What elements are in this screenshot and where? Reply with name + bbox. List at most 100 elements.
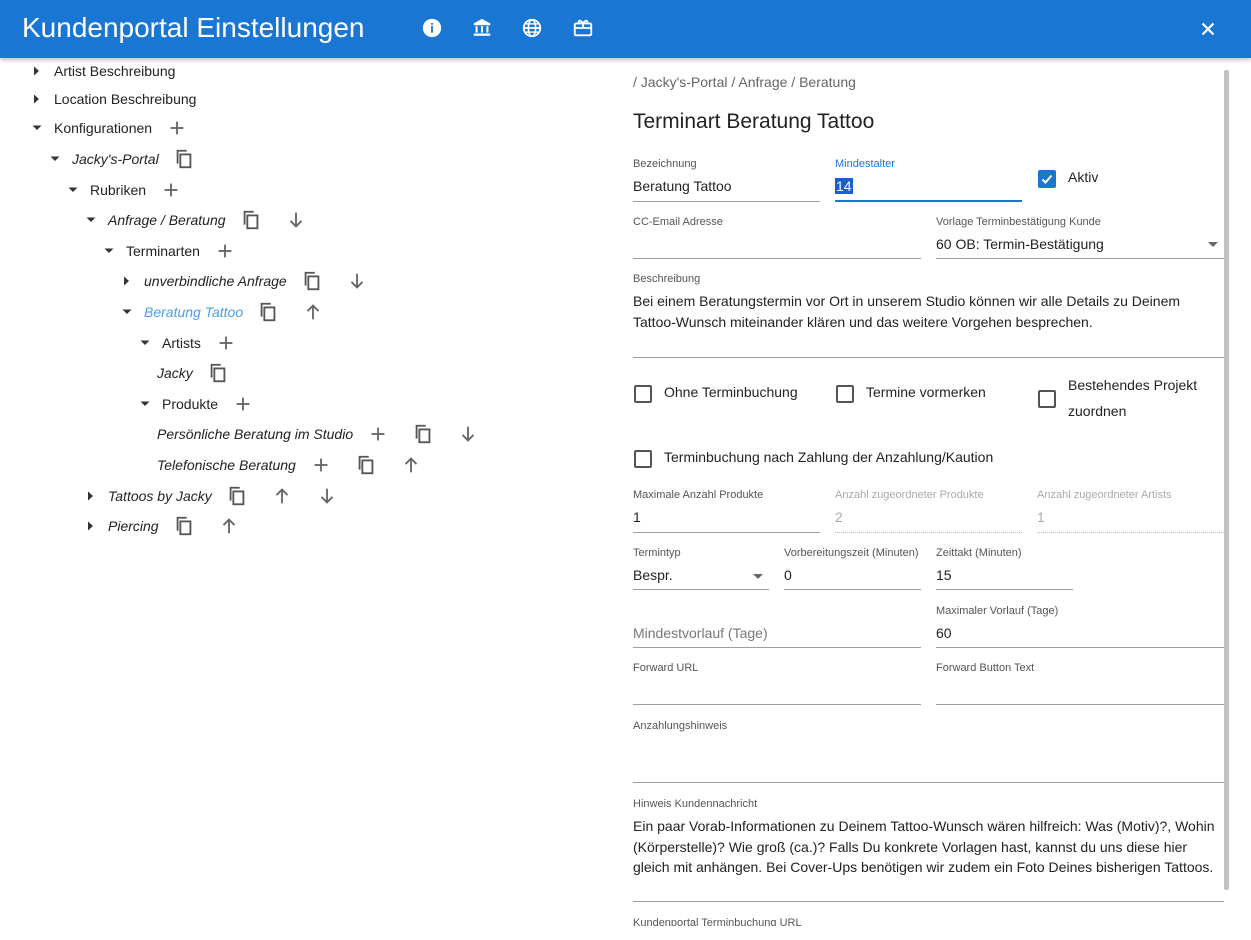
caret-right-icon[interactable] — [30, 64, 44, 78]
termine-vormerken-checkbox[interactable]: Termine vormerken — [836, 383, 986, 405]
arrow-up-icon[interactable] — [271, 485, 293, 507]
copy-icon[interactable] — [173, 515, 195, 537]
termintyp-dropdown-icon[interactable] — [753, 574, 763, 579]
beschreibung-field[interactable]: Beschreibung Bei einem Beratungstermin v… — [633, 273, 1224, 358]
bestehendes-projekt-checkbox[interactable]: Bestehendes Projekt zuordnen — [1038, 376, 1218, 424]
info-icon[interactable] — [421, 17, 443, 39]
caret-right-icon[interactable] — [84, 489, 98, 503]
tree-node-label[interactable]: Artist Beschreibung — [54, 63, 175, 79]
tree-node[interactable]: unverbindliche Anfrage — [120, 269, 368, 293]
tree-node[interactable]: Jacky — [133, 361, 229, 385]
bank-icon[interactable] — [471, 17, 493, 39]
add-icon[interactable] — [215, 332, 237, 354]
arrow-down-icon[interactable] — [346, 270, 368, 292]
tree-node[interactable]: Beratung Tattoo — [120, 300, 324, 324]
copy-icon[interactable] — [257, 301, 279, 323]
tree-node[interactable]: Location Beschreibung — [30, 87, 196, 111]
add-icon[interactable] — [367, 423, 389, 445]
tree-node[interactable]: Telefonische Beratung — [133, 453, 422, 477]
arrow-down-icon[interactable] — [285, 209, 307, 231]
caret-down-icon[interactable] — [138, 397, 152, 411]
tree-node-label[interactable]: Terminarten — [126, 243, 200, 259]
termintyp-select[interactable]: Termintyp Bespr. — [633, 547, 769, 590]
tree-node-label[interactable]: Produkte — [162, 396, 218, 412]
globe-icon[interactable] — [521, 17, 543, 39]
close-icon[interactable] — [1197, 18, 1219, 40]
copy-icon[interactable] — [355, 454, 377, 476]
max-vorlauf-field[interactable]: Maximaler Vorlauf (Tage) 60 — [936, 605, 1224, 648]
copy-icon[interactable] — [301, 270, 323, 292]
arrow-down-icon[interactable] — [316, 485, 338, 507]
add-icon[interactable] — [166, 117, 188, 139]
tree-node-label[interactable]: Tattoos by Jacky — [108, 488, 212, 504]
cc-email-field[interactable]: CC-Email Adresse — [633, 216, 921, 259]
max-produkte-field[interactable]: Maximale Anzahl Produkte 1 — [633, 489, 820, 533]
anzahlungshinweis-field[interactable]: Anzahlungshinweis — [633, 720, 1224, 783]
tree-node-label[interactable]: Jacky — [157, 365, 193, 381]
caret-right-icon[interactable] — [30, 92, 44, 106]
arrow-down-icon[interactable] — [457, 423, 479, 445]
ohne-terminbuchung-box[interactable] — [634, 385, 652, 403]
tree-node-label[interactable]: Anfrage / Beratung — [108, 212, 226, 228]
ohne-terminbuchung-checkbox[interactable]: Ohne Terminbuchung — [634, 383, 798, 405]
hinweis-field[interactable]: Hinweis Kundennachricht Ein paar Vorab-I… — [633, 798, 1224, 902]
caret-right-icon[interactable] — [120, 274, 134, 288]
add-icon[interactable] — [310, 454, 332, 476]
add-icon[interactable] — [232, 393, 254, 415]
add-icon[interactable] — [160, 179, 182, 201]
caret-down-icon[interactable] — [102, 244, 116, 258]
forward-text-field[interactable]: Forward Button Text — [936, 662, 1224, 705]
mindestvorlauf-field[interactable]: Mindestvorlauf (Tage) — [633, 605, 921, 648]
terminbuchung-zahlung-checkbox[interactable]: Terminbuchung nach Zahlung der Anzahlung… — [634, 448, 993, 470]
tree-node-label[interactable]: Konfigurationen — [54, 120, 152, 136]
mindestalter-field[interactable]: Mindestalter 14 — [835, 158, 1022, 202]
copy-icon[interactable] — [207, 362, 229, 384]
tree-node[interactable]: Produkte — [138, 392, 254, 416]
arrow-up-icon[interactable] — [218, 515, 240, 537]
tree-node[interactable]: Rubriken — [66, 178, 182, 202]
vorbereitung-field[interactable]: Vorbereitungszeit (Minuten) 0 — [784, 547, 921, 590]
terminbuchung-zahlung-box[interactable] — [634, 450, 652, 468]
copy-icon[interactable] — [412, 423, 434, 445]
tree-node-label[interactable]: Persönliche Beratung im Studio — [157, 426, 353, 442]
vorlage-dropdown-icon[interactable] — [1208, 242, 1218, 247]
form-scrollbar[interactable] — [1224, 70, 1229, 890]
bezeichnung-field[interactable]: Bezeichnung Beratung Tattoo — [633, 158, 820, 202]
copy-icon[interactable] — [173, 148, 195, 170]
tree-node-label[interactable]: Jacky's-Portal — [72, 151, 159, 167]
breadcrumb[interactable]: / Jacky's-Portal / Anfrage / Beratung — [633, 74, 856, 90]
tree-node[interactable]: Konfigurationen — [30, 116, 188, 140]
tree-node[interactable]: Artists — [138, 331, 237, 355]
tree-node-label[interactable]: Rubriken — [90, 182, 146, 198]
zeittakt-field[interactable]: Zeittakt (Minuten) 15 — [936, 547, 1073, 590]
tree-node[interactable]: Tattoos by Jacky — [84, 484, 338, 508]
tree-node-label[interactable]: Telefonische Beratung — [157, 457, 296, 473]
tree-node[interactable]: Artist Beschreibung — [30, 59, 175, 83]
gift-card-icon[interactable] — [572, 17, 594, 39]
tree-node-label[interactable]: Artists — [162, 335, 201, 351]
forward-url-field[interactable]: Forward URL — [633, 662, 921, 705]
caret-down-icon[interactable] — [30, 121, 44, 135]
add-icon[interactable] — [214, 240, 236, 262]
tree-node-label[interactable]: unverbindliche Anfrage — [144, 273, 287, 289]
tree-node[interactable]: Persönliche Beratung im Studio — [133, 422, 479, 446]
vorlage-select[interactable]: Vorlage Terminbestätigung Kunde 60 OB: T… — [936, 216, 1224, 259]
aktiv-checkbox-box[interactable] — [1038, 170, 1056, 188]
tree-node[interactable]: Anfrage / Beratung — [84, 208, 307, 232]
tree-node[interactable]: Terminarten — [102, 239, 236, 263]
caret-down-icon[interactable] — [138, 336, 152, 350]
caret-right-icon[interactable] — [84, 519, 98, 533]
caret-down-icon[interactable] — [48, 152, 62, 166]
aktiv-checkbox[interactable]: Aktiv — [1038, 168, 1098, 190]
caret-down-icon[interactable] — [120, 305, 134, 319]
tree-node-label[interactable]: Beratung Tattoo — [144, 304, 243, 320]
termine-vormerken-box[interactable] — [836, 385, 854, 403]
caret-down-icon[interactable] — [66, 183, 80, 197]
tree-node-label[interactable]: Location Beschreibung — [54, 91, 196, 107]
arrow-up-icon[interactable] — [400, 454, 422, 476]
copy-icon[interactable] — [240, 209, 262, 231]
tree-node[interactable]: Jacky's-Portal — [48, 147, 195, 171]
tree-node-label[interactable]: Piercing — [108, 518, 159, 534]
copy-icon[interactable] — [226, 485, 248, 507]
bestehendes-projekt-box[interactable] — [1038, 390, 1056, 408]
